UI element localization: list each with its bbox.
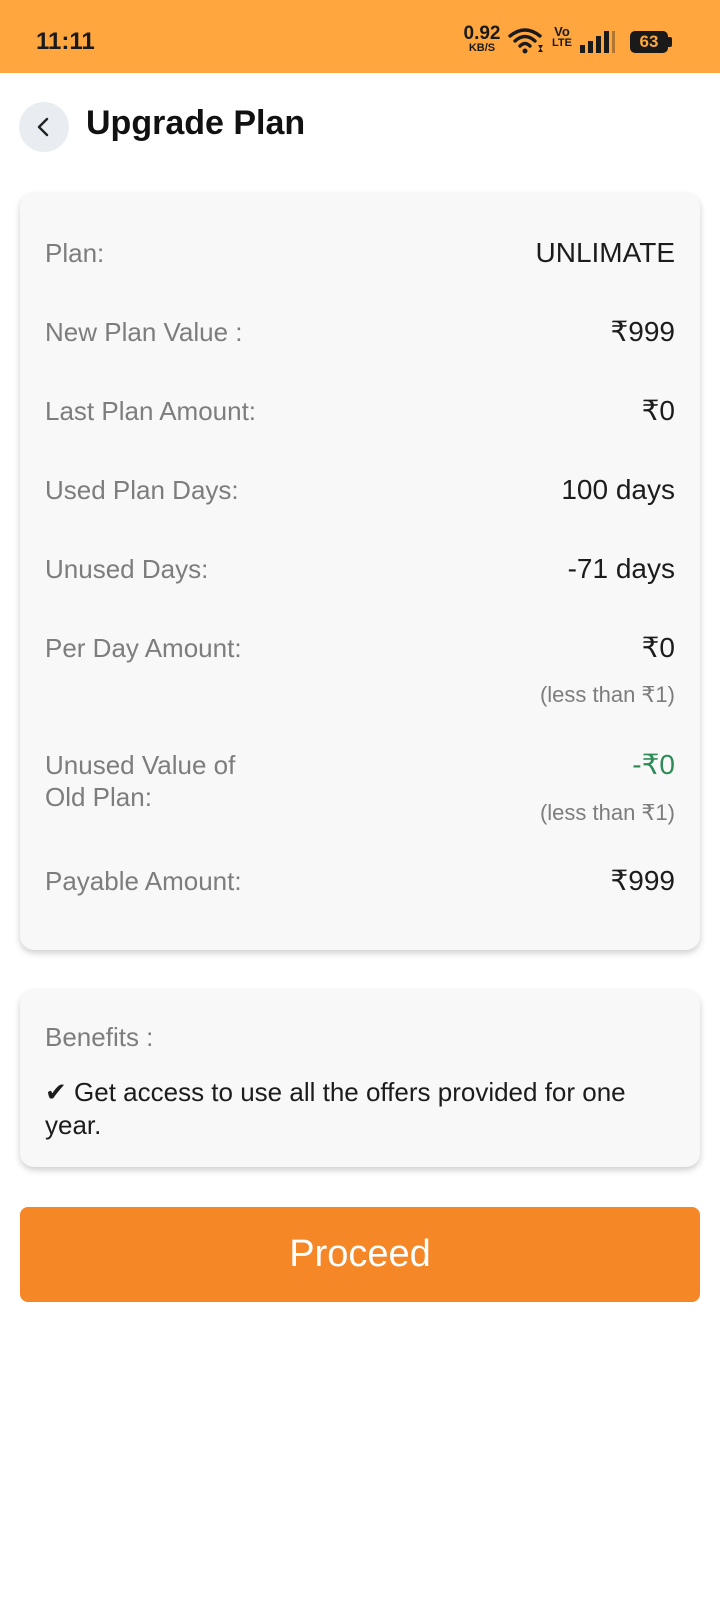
network-speed-unit: KB/S xyxy=(468,42,496,54)
page-title: Upgrade Plan xyxy=(86,104,306,142)
payable-amount-label: Payable Amount: xyxy=(45,866,242,896)
volte-bottom: LTE xyxy=(552,37,572,49)
status-time: 11:11 xyxy=(36,28,95,55)
unused-value-label-line2: Old Plan: xyxy=(45,782,152,812)
per-day-amount-note: (less than ₹1) xyxy=(539,682,675,707)
network-speed: 0.92 KB/S xyxy=(460,24,504,54)
payable-amount: ₹999 xyxy=(610,865,675,896)
last-plan-amount-label: Last Plan Amount: xyxy=(45,396,257,426)
back-button[interactable] xyxy=(19,102,69,152)
unused-days: -71 days xyxy=(567,553,675,584)
benefit-item: ✔ Get access to use all the offers provi… xyxy=(45,1076,685,1142)
battery-tip xyxy=(668,37,672,47)
plan-value: UNLIMATE xyxy=(535,237,676,268)
benefits-title: Benefits : xyxy=(45,1022,154,1052)
volte-indicator: Vo LTE xyxy=(549,25,575,49)
network-speed-value: 0.92 xyxy=(463,23,501,44)
new-plan-value-label: New Plan Value : xyxy=(45,317,243,347)
wifi-icon xyxy=(508,28,543,54)
per-day-amount: ₹0 xyxy=(641,632,675,663)
last-plan-amount: ₹0 xyxy=(641,395,675,426)
signal-strength-icon xyxy=(580,31,615,53)
used-plan-days-label: Used Plan Days: xyxy=(45,475,239,505)
per-day-amount-label: Per Day Amount: xyxy=(45,633,242,663)
benefits-card: Benefits : ✔ Get access to use all the o… xyxy=(20,990,700,1167)
unused-value: -₹0 xyxy=(632,749,675,780)
chevron-left-icon xyxy=(37,117,49,137)
unused-value-note: (less than ₹1) xyxy=(539,800,675,825)
proceed-button[interactable]: Proceed xyxy=(20,1207,700,1302)
new-plan-value: ₹999 xyxy=(610,316,675,347)
checkmark-icon: ✔ xyxy=(45,1077,67,1107)
unused-value-label-line1: Unused Value of xyxy=(45,750,236,780)
used-plan-days: 100 days xyxy=(561,474,675,505)
status-bar: 11:11 0.92 KB/S Vo LTE 63 xyxy=(0,0,720,73)
plan-label: Plan: xyxy=(45,238,105,268)
battery-icon: 63 xyxy=(630,31,668,53)
plan-summary-card: Plan: UNLIMATE New Plan Value : ₹999 Las… xyxy=(20,193,700,950)
unused-days-label: Unused Days: xyxy=(45,554,209,584)
benefit-text: Get access to use all the offers provide… xyxy=(45,1077,626,1140)
